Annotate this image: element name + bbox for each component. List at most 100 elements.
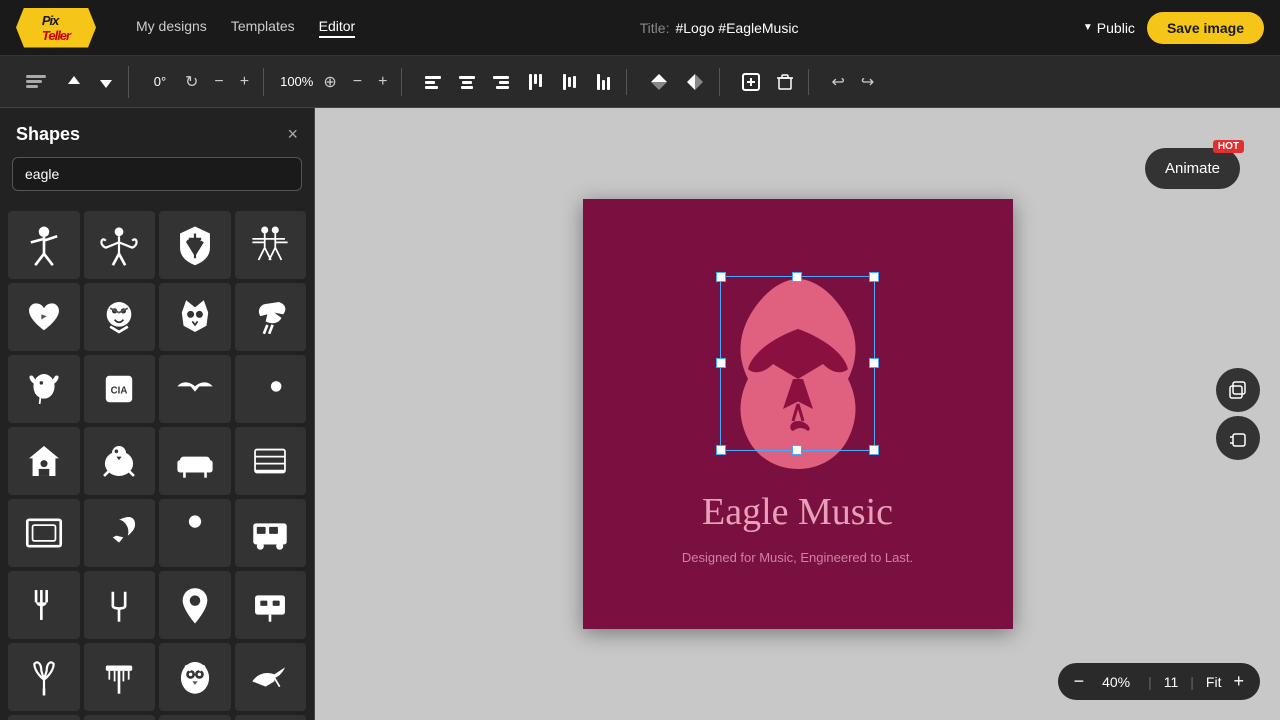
cut-button[interactable]: [1216, 416, 1260, 460]
nav-editor[interactable]: Editor: [319, 18, 356, 38]
shape-angry-bird[interactable]: [84, 283, 156, 351]
zoom-plus[interactable]: +: [372, 69, 393, 95]
public-label: Public: [1097, 20, 1135, 36]
shape-bus-sign[interactable]: [235, 571, 307, 639]
shape-fork-tool[interactable]: [8, 571, 80, 639]
shape-flying-bird[interactable]: [159, 355, 231, 423]
shape-dove-flying[interactable]: [235, 643, 307, 711]
editor-toolbar: 0° ↻ − + 100% ⊕ − +: [0, 56, 1280, 108]
shape-icon: [22, 511, 66, 555]
flip-vertical-button[interactable]: [643, 68, 675, 96]
shape-bottle[interactable]: [84, 715, 156, 720]
shape-rake[interactable]: [84, 643, 156, 711]
zoom-in-button[interactable]: +: [1233, 671, 1244, 692]
shape-icon: [173, 511, 217, 555]
shape-owl-head[interactable]: [159, 283, 231, 351]
align-middle-button[interactable]: [554, 69, 584, 95]
move-down-button[interactable]: [92, 70, 120, 94]
align-bottom-icon: [594, 73, 612, 91]
shape-owl-round[interactable]: [159, 643, 231, 711]
undo-redo-group: ↩ ↪: [817, 68, 888, 96]
delete-element-button[interactable]: [770, 69, 800, 95]
animate-label: Animate: [1165, 160, 1220, 177]
shape-eagle-shield[interactable]: [159, 211, 231, 279]
shape-icon: [22, 655, 66, 699]
shape-arrows-horizontal[interactable]: [235, 715, 307, 720]
shape-icon: [248, 655, 292, 699]
shape-frame[interactable]: [8, 499, 80, 567]
shape-heart-dove[interactable]: [8, 283, 80, 351]
shape-cia-badge[interactable]: CIA: [84, 355, 156, 423]
align-right-button[interactable]: [486, 69, 516, 95]
rotation-minus[interactable]: −: [208, 69, 229, 95]
layers-button[interactable]: [20, 66, 56, 98]
shape-winged-figure[interactable]: [84, 211, 156, 279]
add-element-button[interactable]: [736, 69, 766, 95]
title-display: Title: #Logo #EagleMusic: [379, 20, 1059, 36]
align-bottom-button[interactable]: [588, 69, 618, 95]
layers-group: [12, 66, 129, 98]
copy-top-icon: [1229, 381, 1247, 399]
close-sidebar-button[interactable]: ×: [287, 124, 298, 145]
zoom-minus[interactable]: −: [347, 69, 368, 95]
trash-icon: [776, 73, 794, 91]
shape-icon: [173, 583, 217, 627]
flip-horizontal-button[interactable]: [679, 68, 711, 96]
add-delete-group: [728, 69, 809, 95]
zoom-fit-button[interactable]: Fit: [1206, 674, 1222, 690]
shape-bus[interactable]: [235, 499, 307, 567]
redo-button[interactable]: ↪: [855, 68, 880, 96]
shape-wishbone[interactable]: [8, 643, 80, 711]
shape-crescent-bird[interactable]: [84, 499, 156, 567]
shape-tuning-fork[interactable]: [84, 571, 156, 639]
align-center-h-button[interactable]: [452, 69, 482, 95]
zoom-out-button[interactable]: −: [1074, 671, 1085, 692]
shape-icon: CIA: [97, 367, 141, 411]
title-label: Title:: [640, 20, 670, 36]
main-layout: Shapes ×: [0, 108, 1280, 720]
shape-eagle-profile[interactable]: [235, 283, 307, 351]
nav-links: My designs Templates Editor: [136, 18, 355, 38]
rotation-value: 0°: [145, 74, 175, 89]
eagle-emblem-container: [698, 264, 898, 474]
move-up-button[interactable]: [60, 70, 88, 94]
align-top-button[interactable]: [520, 69, 550, 95]
design-canvas[interactable]: Eagle Music Designed for Music, Engineer…: [583, 199, 1013, 629]
shape-striped-box[interactable]: [235, 427, 307, 495]
canvas-wrapper: Eagle Music Designed for Music, Engineer…: [583, 199, 1013, 629]
shape-eagle-perched[interactable]: [8, 355, 80, 423]
shape-arrows-vertical[interactable]: [159, 715, 231, 720]
page-number: 11: [1164, 674, 1179, 690]
shape-fat-bird[interactable]: [84, 427, 156, 495]
search-input[interactable]: [12, 157, 302, 191]
shape-location-pin[interactable]: [159, 571, 231, 639]
shape-sofa[interactable]: [159, 427, 231, 495]
shape-double-eagle[interactable]: [235, 211, 307, 279]
shape-eagle-wings[interactable]: [8, 715, 80, 720]
align-left-button[interactable]: [418, 69, 448, 95]
rotation-plus[interactable]: +: [234, 69, 255, 95]
duplicate-button[interactable]: [1216, 368, 1260, 412]
canvas-area[interactable]: Eagle Music Designed for Music, Engineer…: [315, 108, 1280, 720]
zoom-percent: 40%: [1096, 674, 1136, 690]
zoom-icon-button[interactable]: ⊕: [317, 68, 342, 96]
save-image-button[interactable]: Save image: [1147, 12, 1264, 44]
add-icon: [742, 73, 760, 91]
nav-right: ▼ Public Save image: [1083, 12, 1264, 44]
nav-my-designs[interactable]: My designs: [136, 18, 207, 38]
logo[interactable]: PixTeller: [16, 8, 96, 48]
shape-gingerbread[interactable]: [159, 499, 231, 567]
copy-bottom-icon: [1229, 429, 1247, 447]
shape-icon: [22, 223, 66, 267]
shape-house[interactable]: [8, 427, 80, 495]
public-button[interactable]: ▼ Public: [1083, 20, 1135, 36]
shape-branch-bird[interactable]: [235, 355, 307, 423]
animate-button[interactable]: HOT Animate: [1145, 148, 1240, 189]
rotate-button[interactable]: ↻: [179, 68, 204, 96]
undo-button[interactable]: ↩: [825, 68, 850, 96]
right-panel-buttons: [1216, 368, 1260, 460]
shape-icon: [173, 367, 217, 411]
shape-person[interactable]: [8, 211, 80, 279]
logo-text: PixTeller: [42, 13, 70, 43]
nav-templates[interactable]: Templates: [231, 18, 295, 38]
